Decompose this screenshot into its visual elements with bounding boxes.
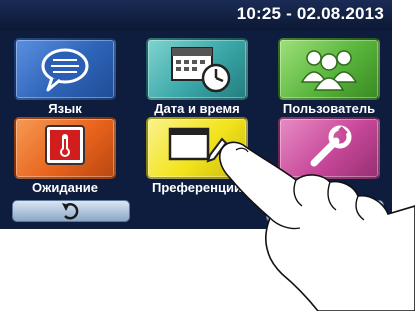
pointing-hand-illustration bbox=[218, 141, 415, 311]
